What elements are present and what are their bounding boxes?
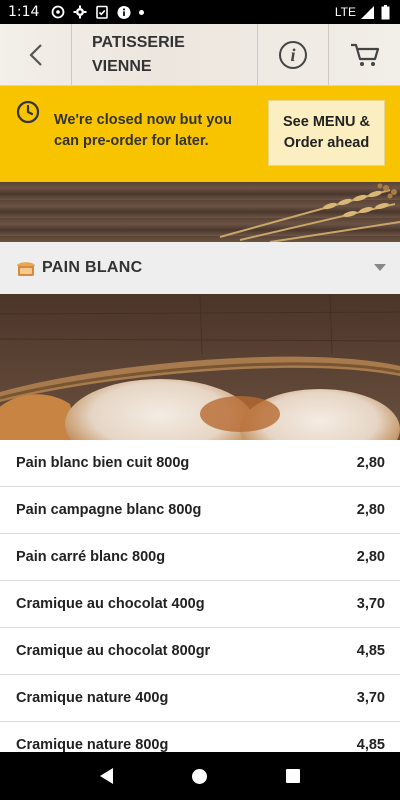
nav-recents-icon[interactable] xyxy=(286,769,301,783)
clipboard-check-icon xyxy=(95,5,109,19)
product-row[interactable]: Cramique au chocolat 800gr 4,85 xyxy=(0,628,400,675)
status-time: 1:14 xyxy=(8,4,40,20)
closed-banner: We're closed now but you can pre-order f… xyxy=(0,86,400,182)
clock-icon xyxy=(16,100,40,124)
category-title: PAIN BLANC xyxy=(42,259,143,276)
nav-back-icon[interactable] xyxy=(99,768,113,784)
bread-basket-image xyxy=(0,294,400,440)
back-button[interactable] xyxy=(0,24,72,85)
product-row[interactable]: Pain carré blanc 800g 2,80 xyxy=(0,534,400,581)
settings-gear-icon xyxy=(73,5,87,19)
cart-icon xyxy=(350,43,379,66)
info-circle-icon xyxy=(117,5,131,19)
product-price: 2,80 xyxy=(356,455,385,471)
product-name: Cramique au chocolat 800gr xyxy=(16,643,211,659)
app-header: PATISSERIE VIENNE i xyxy=(0,24,400,86)
back-arrow-icon xyxy=(28,43,42,66)
cart-button[interactable] xyxy=(329,24,400,85)
category-header-pain-blanc[interactable]: PAIN BLANC xyxy=(0,242,400,294)
product-price: 4,85 xyxy=(356,643,385,659)
network-type: LTE xyxy=(334,5,356,19)
product-row[interactable]: Pain campagne blanc 800g 2,80 xyxy=(0,487,400,534)
product-price: 3,70 xyxy=(356,596,385,612)
signal-icon xyxy=(360,5,374,19)
wood-wheat-banner-image xyxy=(0,182,400,242)
store-title-line2: VIENNE xyxy=(92,57,152,75)
product-name: Pain blanc bien cuit 800g xyxy=(16,455,190,471)
store-title-line1: PATISSERIE xyxy=(92,33,185,51)
product-name: Pain carré blanc 800g xyxy=(16,549,166,565)
product-name: Cramique nature 800g xyxy=(16,737,169,753)
product-name: Cramique au chocolat 400g xyxy=(16,596,205,612)
product-price: 3,70 xyxy=(356,690,385,706)
product-name: Cramique nature 400g xyxy=(16,690,169,706)
svg-text:i: i xyxy=(290,45,295,65)
info-icon: i xyxy=(279,40,307,69)
order-ahead-label: Order ahead xyxy=(283,135,370,151)
product-price: 2,80 xyxy=(356,549,385,565)
status-right: LTE xyxy=(334,4,392,19)
bread-basket-illustration xyxy=(0,294,400,440)
product-price: 2,80 xyxy=(356,502,385,518)
system-nav-bar xyxy=(0,752,400,800)
product-name: Pain campagne blanc 800g xyxy=(16,502,202,518)
product-row[interactable]: Cramique nature 400g 3,70 xyxy=(0,675,400,722)
status-left: 1:14 xyxy=(8,4,145,20)
bread-icon xyxy=(17,262,35,276)
notification-icon xyxy=(51,5,65,19)
see-menu-label: See MENU & xyxy=(282,114,371,130)
status-bar: 1:14 LTE xyxy=(0,0,400,24)
more-notifications-dot-icon xyxy=(139,9,145,15)
nav-home-icon[interactable] xyxy=(191,768,207,784)
product-price: 4,85 xyxy=(356,737,385,753)
see-menu-order-ahead-button[interactable]: See MENU & Order ahead xyxy=(268,100,385,166)
chevron-down-icon xyxy=(374,264,386,271)
store-title: PATISSERIE VIENNE xyxy=(72,24,258,85)
product-row[interactable]: Cramique au chocolat 400g 3,70 xyxy=(0,581,400,628)
wheat-image xyxy=(219,183,400,242)
product-row[interactable]: Pain blanc bien cuit 800g 2,80 xyxy=(0,440,400,487)
battery-icon xyxy=(378,4,392,19)
product-list: Pain blanc bien cuit 800g 2,80 Pain campag… xyxy=(0,440,400,769)
closed-message: We're closed now but you can pre-order f… xyxy=(54,112,233,149)
info-button[interactable]: i xyxy=(258,24,329,85)
